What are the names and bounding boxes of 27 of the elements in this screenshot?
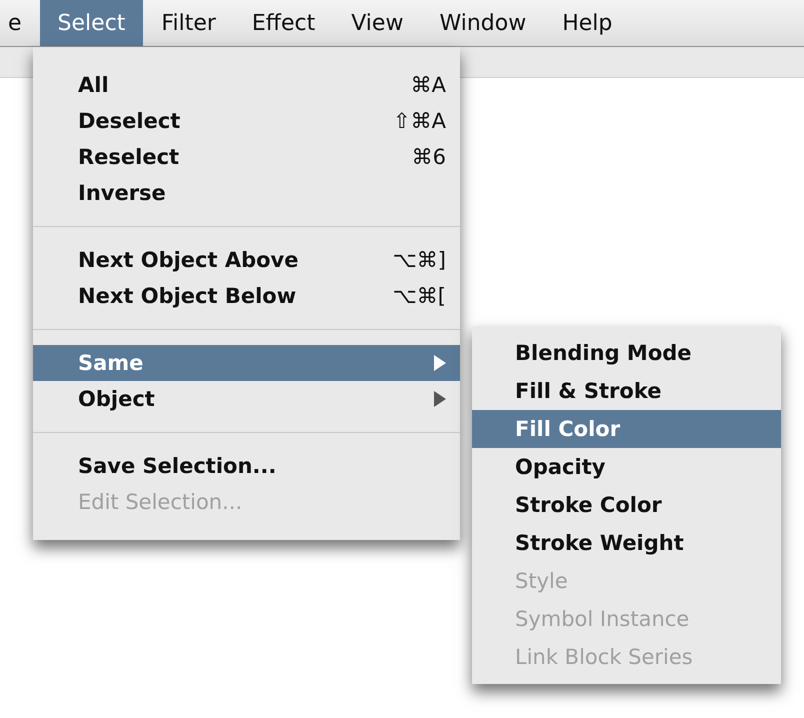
menu-item[interactable]: Reselect ⌘6 xyxy=(33,139,460,175)
menu-item[interactable]: Same xyxy=(33,345,460,381)
menu-item[interactable]: Stroke Weight xyxy=(472,524,781,562)
menu-bar-item[interactable]: Filter xyxy=(143,0,234,46)
menu-item[interactable]: Save Selection... xyxy=(33,448,460,484)
menu-item[interactable]: Blending Mode xyxy=(472,334,781,372)
menu-bar-item[interactable]: View xyxy=(333,0,422,46)
menu-item[interactable]: Next Object Above ⌥⌘] xyxy=(33,242,460,278)
shortcut-text: ⌘6 xyxy=(412,145,446,169)
menu-item[interactable]: Stroke Color xyxy=(472,486,781,524)
menu-item[interactable]: Fill & Stroke xyxy=(472,372,781,410)
menu-item[interactable]: Opacity xyxy=(472,448,781,486)
menu-bar-item[interactable]: Help xyxy=(544,0,630,46)
menu-item[interactable]: Inverse xyxy=(33,175,460,211)
menu-item[interactable]: Fill Color xyxy=(472,410,781,448)
shortcut-text: ⌥⌘[ xyxy=(392,284,446,308)
menu-item[interactable]: All ⌘A xyxy=(33,67,460,103)
menu-item[interactable]: Deselect ⇧⌘A xyxy=(33,103,460,139)
shortcut-text: ⇧⌘A xyxy=(393,109,446,133)
menu-item[interactable]: Object xyxy=(33,381,460,417)
shortcut-text: ⌘A xyxy=(410,73,446,97)
menu-bar-item[interactable]: Window xyxy=(421,0,544,46)
menu-bar-item[interactable]: Effect xyxy=(234,0,334,46)
shortcut-text: ⌥⌘] xyxy=(392,248,446,272)
menu-item[interactable]: Next Object Below ⌥⌘[ xyxy=(33,278,460,314)
menu-bar-item[interactable]: Select xyxy=(40,0,144,46)
menu-bar-item[interactable]: e xyxy=(0,0,40,46)
